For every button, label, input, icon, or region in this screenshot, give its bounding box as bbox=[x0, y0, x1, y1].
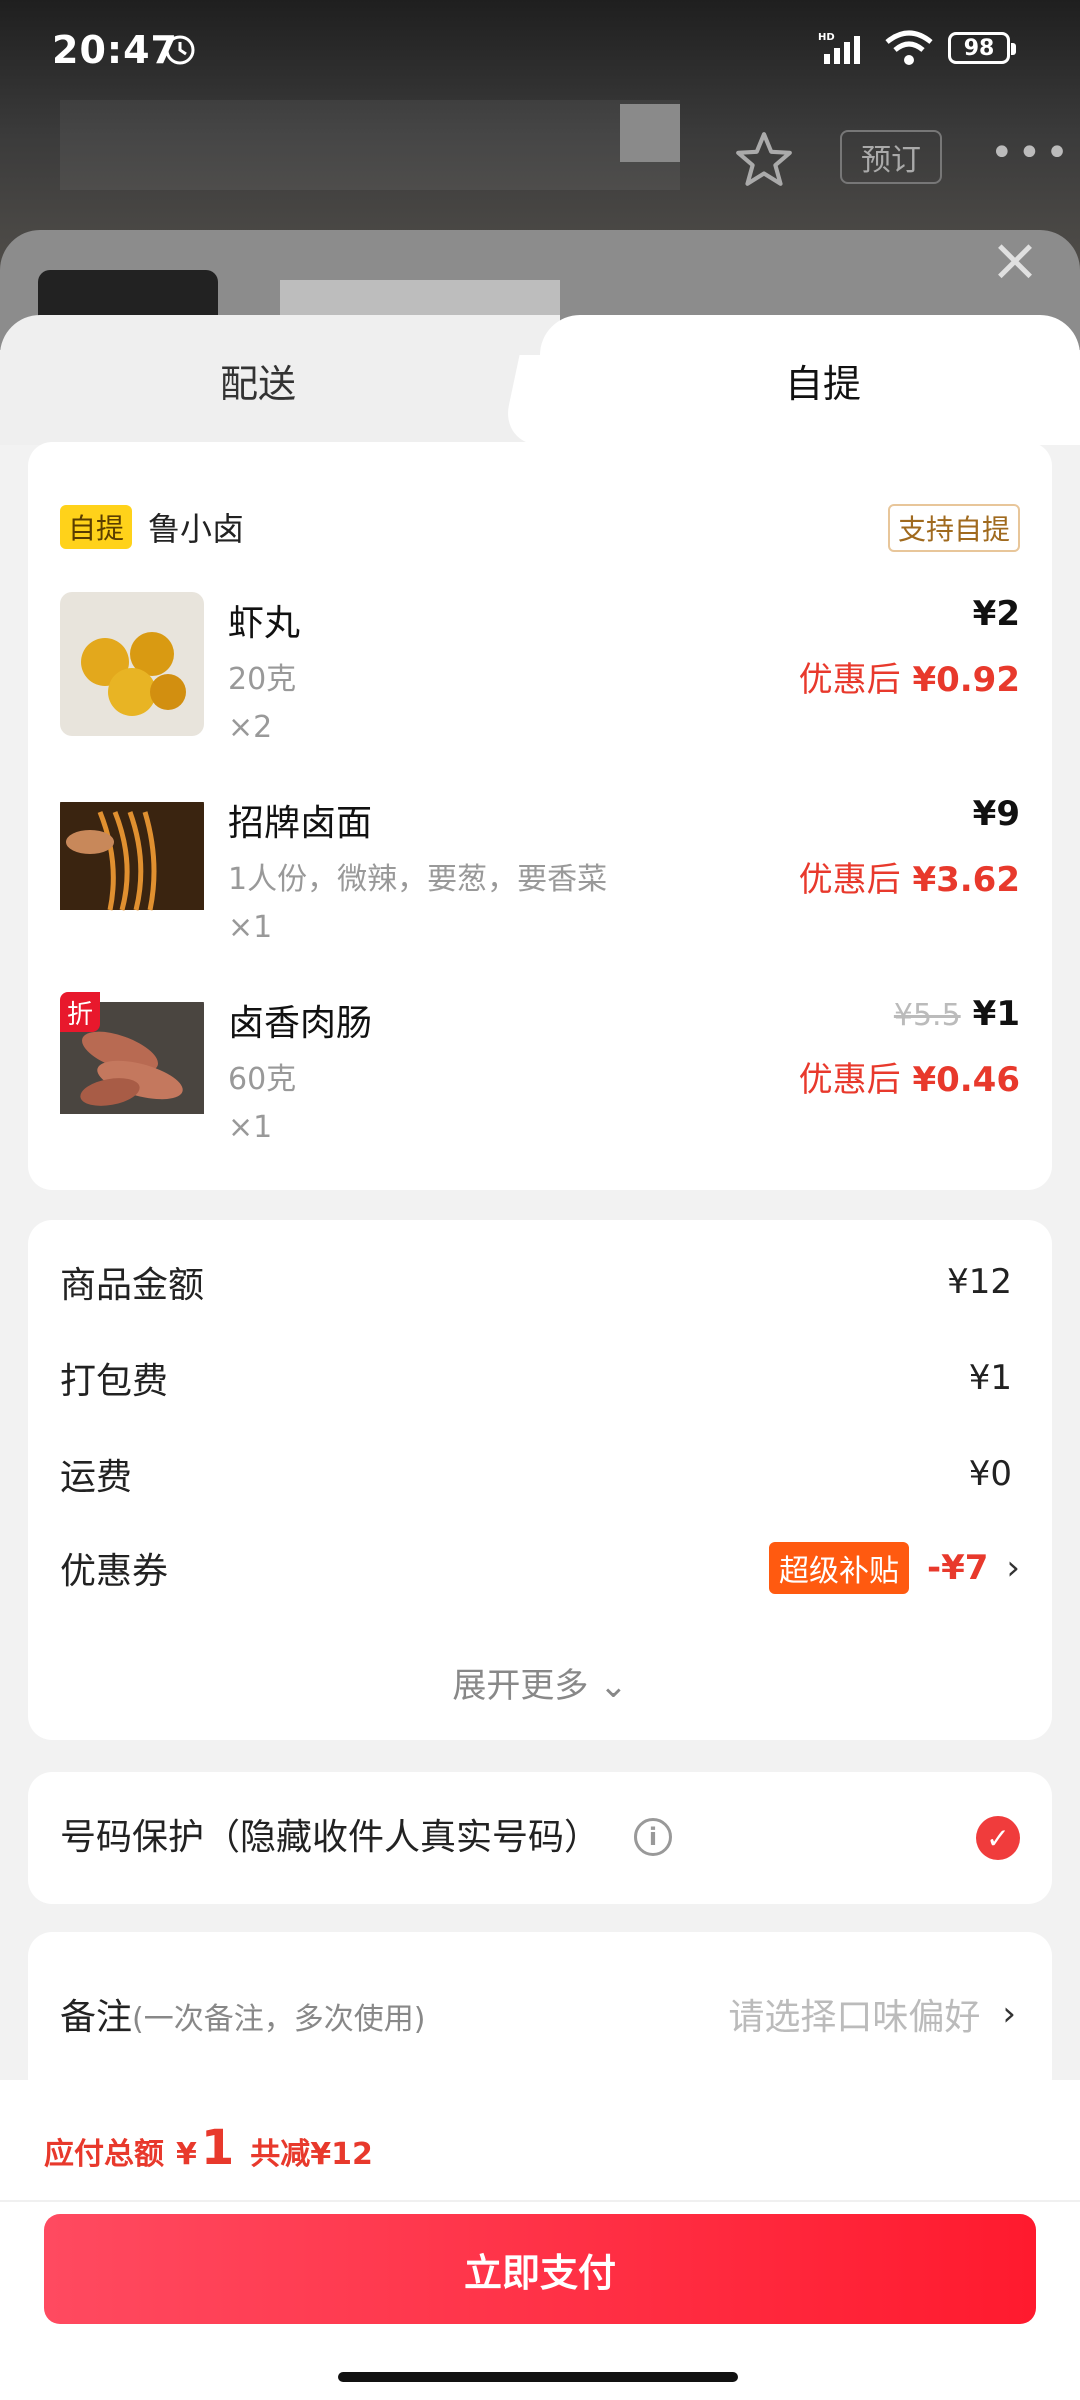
item-name: 招牌卤面 bbox=[228, 803, 373, 844]
fees-card: 商品金额 ¥12 打包费 ¥1 运费 ¥0 优惠券 超级补贴 -¥7 › 展开更… bbox=[28, 1220, 1052, 1740]
remark-selector[interactable]: 请选择口味偏好 › bbox=[728, 1988, 1016, 2040]
packing-fee-row: 打包费 ¥1 bbox=[60, 1348, 1012, 1408]
checkout-bar: 应付总额 ¥ 1 共减¥12 立即支付 bbox=[0, 2080, 1080, 2400]
coupon-row[interactable]: 优惠券 超级补贴 -¥7 › bbox=[60, 1538, 1020, 1598]
total-saved: 共减¥12 bbox=[250, 2137, 373, 2172]
order-items-card: 自提 鲁小卤 支持自提 虾丸 20克 ×2 ¥2 优惠后 ¥0.92 招牌卤面 … bbox=[28, 442, 1052, 1190]
shipping-fee-value: ¥0 bbox=[968, 1454, 1012, 1494]
home-indicator[interactable] bbox=[338, 2372, 738, 2382]
item-price: ¥2 bbox=[972, 594, 1020, 634]
remark-placeholder: 请选择口味偏好 bbox=[728, 1997, 981, 2038]
pay-now-button[interactable]: 立即支付 bbox=[44, 2214, 1036, 2324]
total-label: 应付总额 bbox=[44, 2137, 164, 2172]
item-spec: 60克 bbox=[228, 1062, 297, 1097]
item-discounted-price: 优惠后 ¥0.46 bbox=[798, 1060, 1020, 1100]
blurred-store-title bbox=[60, 100, 680, 190]
packing-fee-label: 打包费 bbox=[60, 1361, 169, 1402]
product-image bbox=[60, 792, 204, 936]
store-row: 自提 鲁小卤 bbox=[60, 504, 244, 550]
remark-subtext: (一次备注，多次使用) bbox=[132, 2002, 426, 2037]
list-item[interactable]: 虾丸 20克 ×2 ¥2 优惠后 ¥0.92 bbox=[60, 592, 1020, 752]
item-discounted-price: 优惠后 ¥3.62 bbox=[798, 860, 1020, 900]
chevron-right-icon: › bbox=[1006, 1548, 1020, 1588]
super-subsidy-tag: 超级补贴 bbox=[768, 1542, 909, 1594]
item-price: ¥9 bbox=[972, 794, 1020, 834]
pickup-tag: 自提 bbox=[60, 505, 133, 549]
star-icon[interactable] bbox=[733, 128, 795, 190]
item-name: 卤香肉肠 bbox=[228, 1003, 373, 1044]
item-qty: ×1 bbox=[228, 910, 273, 945]
coupon-value: -¥7 bbox=[926, 1548, 989, 1588]
item-qty: ×2 bbox=[228, 710, 273, 745]
expand-more-button[interactable]: 展开更多 ⌄ bbox=[28, 1658, 1052, 1707]
preorder-button[interactable]: 预订 bbox=[840, 130, 942, 184]
info-icon[interactable]: i bbox=[634, 1818, 672, 1856]
item-spec: 20克 bbox=[228, 662, 297, 697]
battery-indicator: 98 bbox=[948, 32, 1016, 64]
delivery-mode-tabs: 配送 自提 bbox=[0, 315, 1080, 445]
goods-amount-label: 商品金额 bbox=[60, 1265, 205, 1306]
total-currency: ¥ bbox=[176, 2137, 197, 2172]
number-protection-label: 号码保护（隐藏收件人真实号码） bbox=[60, 1817, 601, 1858]
list-item[interactable]: 招牌卤面 1人份，微辣，要葱，要香菜 ×1 ¥9 优惠后 ¥3.62 bbox=[60, 792, 1020, 952]
packing-fee-value: ¥1 bbox=[968, 1358, 1012, 1398]
item-name: 虾丸 bbox=[228, 603, 301, 644]
product-image bbox=[60, 592, 204, 736]
status-bar: 20:47 HD 98 bbox=[0, 0, 1080, 100]
shipping-fee-row: 运费 ¥0 bbox=[60, 1444, 1012, 1504]
number-protection-card: 号码保护（隐藏收件人真实号码） i ✓ bbox=[28, 1772, 1052, 1904]
item-original-price: ¥5.5 bbox=[893, 998, 961, 1033]
item-qty: ×1 bbox=[228, 1110, 273, 1145]
item-spec: 1人份，微辣，要葱，要香菜 bbox=[228, 862, 608, 897]
total-summary: 应付总额 ¥ 1 共减¥12 bbox=[44, 2120, 373, 2176]
support-pickup-badge: 支持自提 bbox=[887, 504, 1020, 552]
remark-card[interactable]: 备注(一次备注，多次使用) 请选择口味偏好 › bbox=[28, 1932, 1052, 2102]
remark-label: 备注(一次备注，多次使用) bbox=[60, 1997, 426, 2038]
discount-badge: 折 bbox=[60, 992, 100, 1032]
goods-amount-value: ¥12 bbox=[947, 1262, 1012, 1302]
close-icon[interactable]: × bbox=[985, 230, 1045, 290]
shipping-fee-label: 运费 bbox=[60, 1457, 133, 1498]
svg-text:HD: HD bbox=[818, 32, 835, 43]
coupon-label: 优惠券 bbox=[60, 1551, 169, 1592]
total-amount: 1 bbox=[200, 2120, 235, 2176]
item-price: ¥5.5 ¥1 bbox=[893, 994, 1020, 1034]
more-icon[interactable]: ••• bbox=[990, 130, 1069, 180]
alarm-icon bbox=[165, 35, 195, 65]
signal-icon: HD bbox=[818, 32, 860, 64]
tab-pickup[interactable]: 自提 bbox=[540, 315, 1080, 445]
item-discounted-price: 优惠后 ¥0.92 bbox=[798, 660, 1020, 700]
tab-delivery[interactable]: 配送 bbox=[0, 315, 560, 445]
checkmark-icon[interactable]: ✓ bbox=[976, 1816, 1020, 1860]
list-item[interactable]: 折 卤香肉肠 60克 ×1 ¥5.5 ¥1 优惠后 ¥0.46 bbox=[60, 992, 1020, 1152]
chevron-right-icon: › bbox=[1002, 1994, 1016, 2034]
store-name: 鲁小卤 bbox=[148, 510, 245, 548]
goods-amount-row: 商品金额 ¥12 bbox=[60, 1252, 1012, 1312]
wifi-icon bbox=[885, 30, 933, 65]
